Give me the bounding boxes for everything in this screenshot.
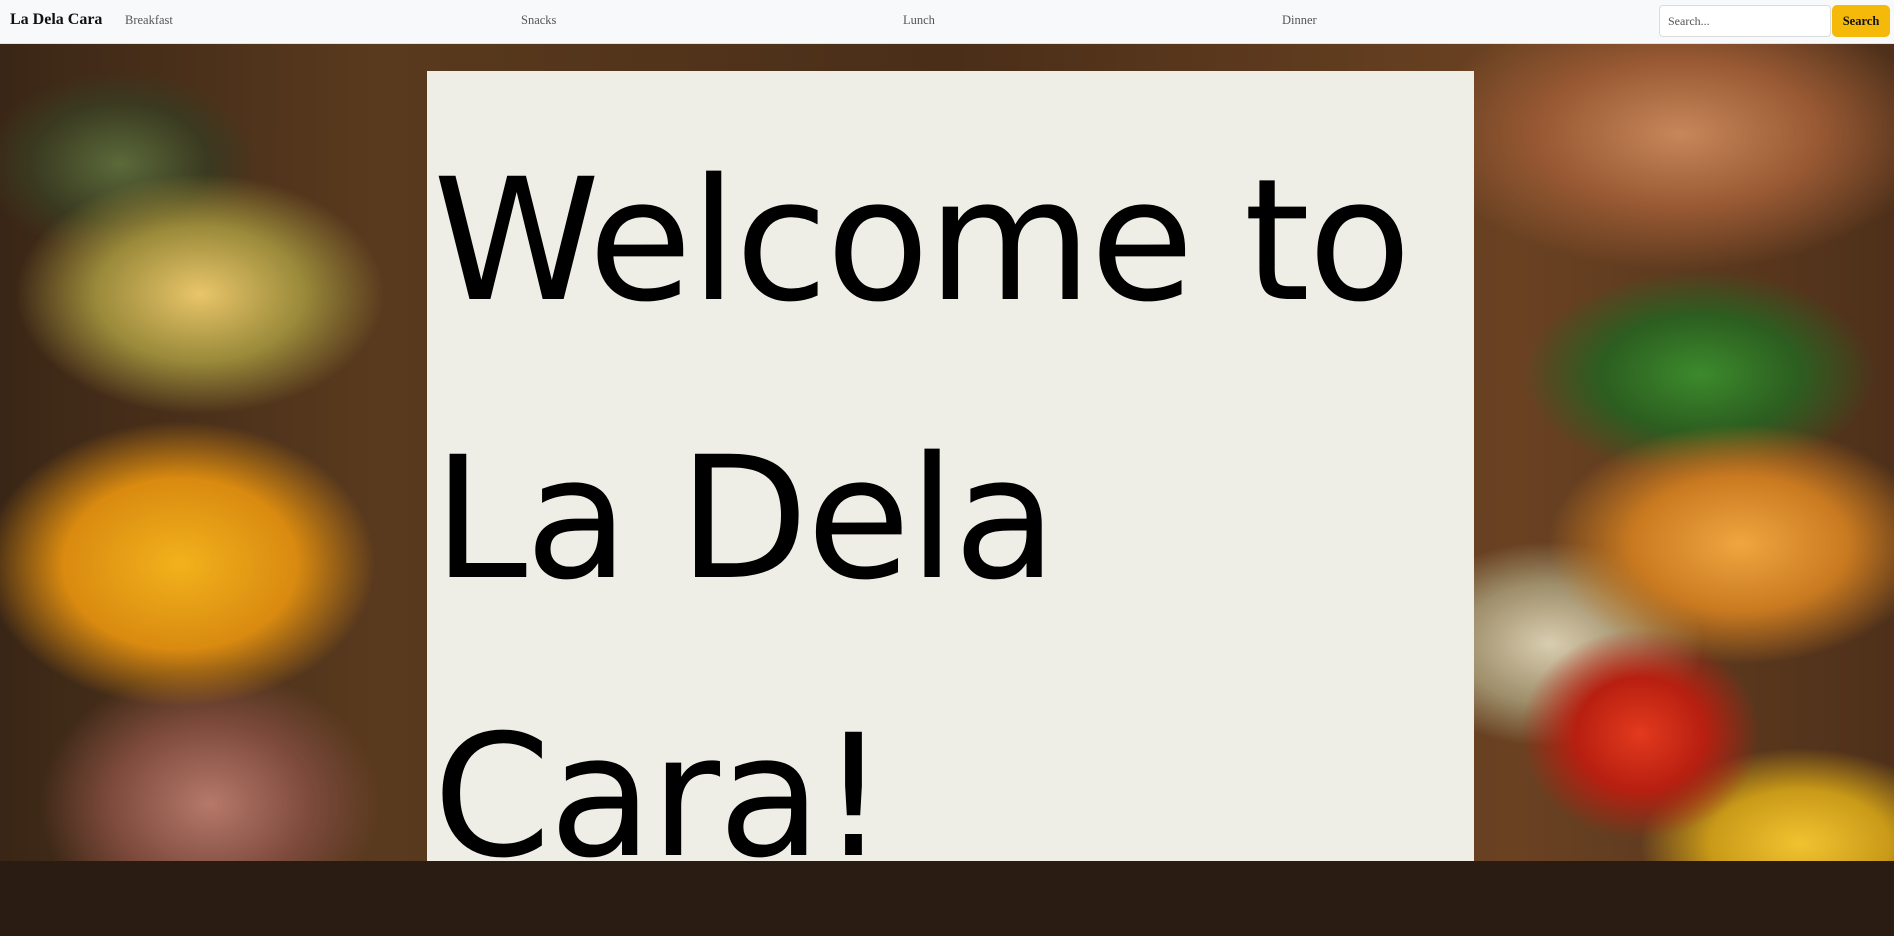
nav-link-lunch[interactable]: Lunch [903, 12, 935, 28]
brand-logo[interactable]: La Dela Cara [10, 9, 102, 31]
search-input[interactable] [1659, 5, 1831, 37]
nav-link-breakfast[interactable]: Breakfast [125, 12, 173, 28]
navbar: La Dela Cara Breakfast Snacks Lunch Dinn… [0, 0, 1894, 44]
nav-link-dinner[interactable]: Dinner [1282, 12, 1317, 28]
hero-heading: Welcome to La Dela Cara! [433, 142, 1411, 895]
nav-link-snacks[interactable]: Snacks [521, 12, 556, 28]
search-button[interactable]: Search [1832, 5, 1890, 37]
